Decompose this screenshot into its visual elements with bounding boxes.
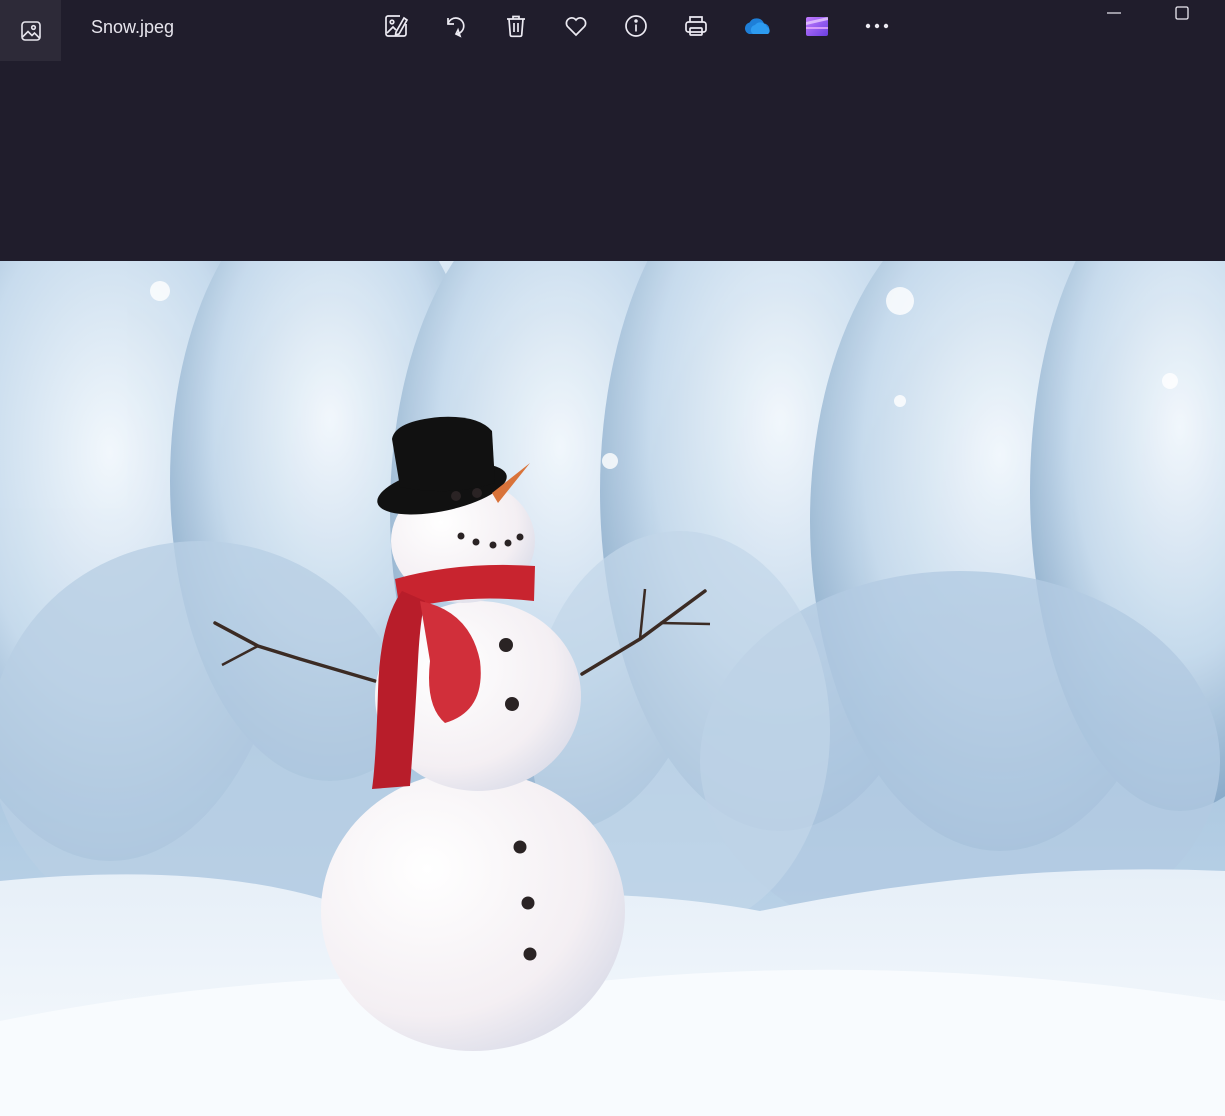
snowman-photo <box>0 261 1225 1116</box>
favorite-button[interactable] <box>559 9 593 43</box>
file-info-button[interactable] <box>619 9 653 43</box>
edit-image-button[interactable] <box>379 9 413 43</box>
title-bar: Snow.jpeg <box>0 0 1225 61</box>
more-options-icon <box>865 23 889 29</box>
info-icon <box>625 15 647 37</box>
delete-icon <box>507 15 525 38</box>
maximize-icon <box>1175 6 1189 20</box>
edit-image-icon <box>385 15 409 37</box>
minimize-button[interactable] <box>1091 0 1137 26</box>
photos-app-window: Snow.jpeg <box>0 0 1225 1116</box>
snowy-trees <box>0 261 1225 951</box>
rotate-icon <box>447 17 465 38</box>
clipchamp-icon <box>806 17 828 36</box>
print-icon <box>685 16 707 36</box>
gallery-button[interactable] <box>0 0 61 61</box>
more-options-button[interactable] <box>860 9 894 43</box>
print-button[interactable] <box>679 9 713 43</box>
image-viewer[interactable] <box>0 61 1225 1116</box>
favorite-heart-icon <box>565 17 587 37</box>
clipchamp-button[interactable] <box>800 9 834 43</box>
onedrive-button[interactable] <box>740 9 774 43</box>
delete-button[interactable] <box>499 9 533 43</box>
onedrive-cloud-icon <box>744 18 770 34</box>
maximize-button[interactable] <box>1159 0 1205 26</box>
photos-app-icon <box>20 20 41 41</box>
rotate-button[interactable] <box>439 9 473 43</box>
minimize-icon <box>1107 12 1121 14</box>
file-name-title: Snow.jpeg <box>91 17 175 37</box>
